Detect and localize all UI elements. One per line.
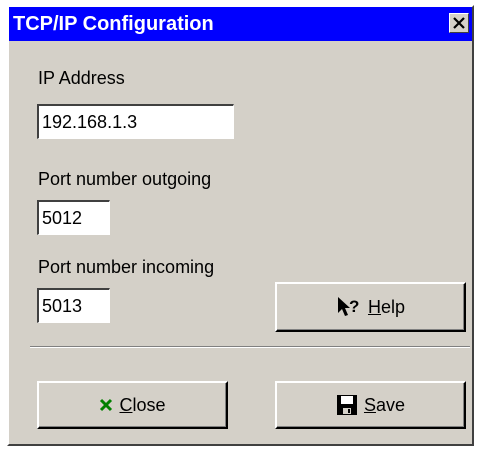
help-button[interactable]: ? Help <box>275 282 466 332</box>
port-outgoing-input[interactable] <box>37 200 110 235</box>
close-x-icon <box>100 398 113 412</box>
help-pointer-icon: ? <box>337 297 359 316</box>
close-button-label: Close <box>119 394 166 415</box>
window-title: TCP/IP Configuration <box>13 13 214 35</box>
close-x-icon <box>453 17 465 29</box>
window-close-button[interactable] <box>449 13 469 33</box>
port-outgoing-label: Port number outgoing <box>38 169 212 189</box>
svg-text:?: ? <box>349 297 359 316</box>
ip-address-label: IP Address <box>38 68 125 88</box>
floppy-disk-icon <box>336 395 357 415</box>
save-button-label: Save <box>363 394 406 415</box>
close-button[interactable]: Close <box>37 381 228 429</box>
ip-address-input[interactable] <box>37 104 234 139</box>
port-incoming-label: Port number incoming <box>38 257 215 277</box>
port-incoming-input[interactable] <box>37 288 110 323</box>
title-bar[interactable]: TCP/IP Configuration <box>9 7 472 41</box>
help-button-label: Help <box>367 296 406 317</box>
separator-line <box>30 346 470 348</box>
save-button[interactable]: Save <box>275 381 466 429</box>
